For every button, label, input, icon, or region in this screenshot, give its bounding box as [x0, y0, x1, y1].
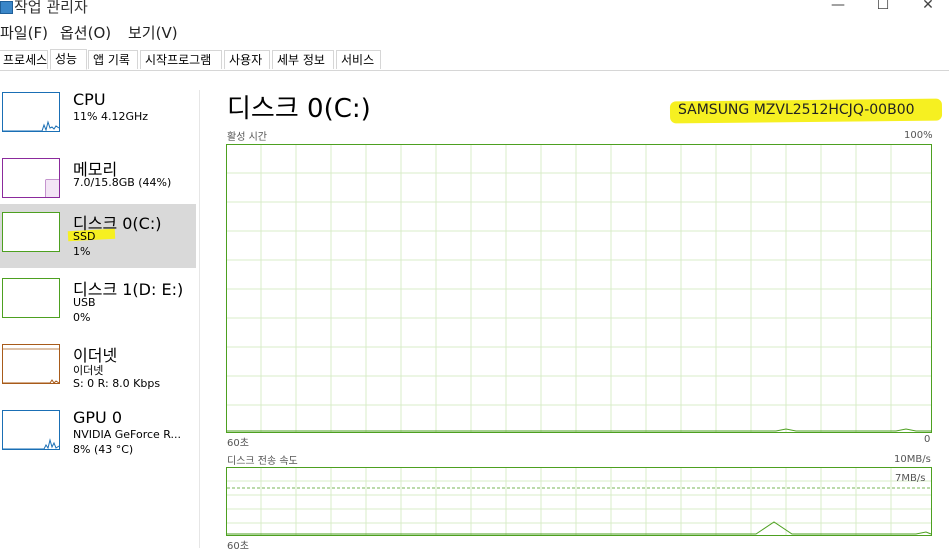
cpu-thumbnail-graph [2, 92, 60, 132]
ethernet-thumbnail-graph [2, 344, 60, 384]
active-time-zero: 0 [924, 434, 931, 445]
window-title: 작업 관리자 [14, 0, 88, 16]
sidebar-item-label: CPU [73, 90, 106, 109]
sidebar-item-disk1[interactable]: 디스크 1(D: E:) USB 0% [0, 272, 196, 338]
close-button[interactable]: ✕ [918, 0, 938, 15]
tab-strip: 프로세스 성능 앱 기록 시작프로그램 사용자 세부 정보 서비스 [0, 49, 949, 71]
menu-options[interactable]: 옵션(O) [60, 22, 111, 43]
sidebar-item-detail: NVIDIA GeForce R... [73, 428, 182, 441]
transfer-rate-label: 디스크 전송 속도 [227, 456, 298, 467]
transfer-rate-sub: 7MB/s [895, 473, 926, 484]
panel-divider [199, 90, 200, 548]
active-time-label: 활성 시간 [227, 132, 267, 143]
tab-startup[interactable]: 시작프로그램 [140, 50, 222, 69]
tab-app-history[interactable]: 앱 기록 [88, 50, 138, 69]
sidebar-item-detail: S: 0 R: 8.0 Kbps [73, 377, 161, 390]
page-title: 디스크 0(C:) [227, 94, 371, 124]
memory-thumbnail-graph [2, 158, 60, 198]
tab-services[interactable]: 서비스 [336, 50, 381, 69]
disk1-thumbnail-graph [2, 278, 60, 318]
sidebar-item-disk0[interactable]: 디스크 0(C:) SSD 1% [0, 204, 196, 268]
sidebar-item-detail: 7.0/15.8GB (44%) [73, 176, 172, 189]
sidebar-item-detail: 8% (43 °C) [73, 443, 134, 456]
sidebar-item-detail: 11% 4.12GHz [73, 110, 149, 123]
active-time-graph [226, 144, 932, 433]
maximize-button[interactable]: ☐ [873, 0, 893, 15]
menu-view[interactable]: 보기(V) [128, 22, 178, 43]
transfer-rate-graph [226, 467, 932, 536]
disk-model: SAMSUNG MZVL2512HCJQ-00B00 [669, 98, 943, 124]
transfer-rate-max: 10MB/s [894, 454, 931, 465]
active-time-max: 100% [904, 130, 933, 141]
gpu-thumbnail-graph [2, 410, 60, 450]
disk-model-text: SAMSUNG MZVL2512HCJQ-00B00 [678, 102, 915, 118]
tab-processes[interactable]: 프로세스 [0, 50, 48, 69]
sidebar-item-gpu[interactable]: GPU 0 NVIDIA GeForce R... 8% (43 °C) [0, 404, 196, 470]
tab-details[interactable]: 세부 정보 [272, 50, 334, 69]
active-time-duration: 60초 [227, 438, 249, 449]
sidebar-item-detail: SSD [73, 230, 96, 243]
sidebar-item-detail: USB [73, 296, 96, 309]
sidebar-item-detail: 0% [73, 311, 91, 324]
title-bar: 작업 관리자 — ☐ ✕ [0, 0, 949, 18]
transfer-rate-duration: 60초 [227, 541, 249, 552]
sidebar-item-detail: 1% [73, 245, 91, 258]
sidebar-item-label: GPU 0 [73, 408, 123, 427]
sidebar-item-cpu[interactable]: CPU 11% 4.12GHz [0, 86, 196, 152]
disk0-thumbnail-graph [2, 212, 60, 252]
minimize-button[interactable]: — [828, 0, 848, 15]
menu-file[interactable]: 파일(F) [0, 22, 48, 43]
tab-users[interactable]: 사용자 [224, 50, 270, 69]
sidebar-item-ethernet[interactable]: 이더넷 이더넷 S: 0 R: 8.0 Kbps [0, 338, 196, 404]
tab-performance[interactable]: 성능 [50, 49, 87, 70]
sidebar-item-detail: 이더넷 [73, 364, 104, 377]
task-manager-icon [0, 1, 13, 14]
